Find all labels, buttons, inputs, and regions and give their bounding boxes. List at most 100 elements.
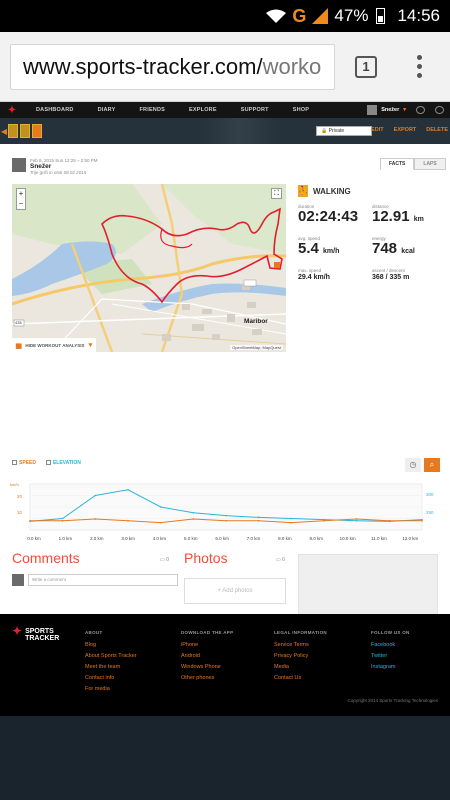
- footer-link-iphone[interactable]: iPhone: [181, 642, 233, 648]
- zoom-icon[interactable]: ⌕: [424, 458, 440, 472]
- workout-facts: ⛹ WALKING duration 02:24:43 distance 12.…: [298, 184, 440, 283]
- analysis-label: HIDE WORKOUT ANALYSIS: [25, 342, 85, 348]
- map-credit[interactable]: OpenStreetMap, MapQuest: [230, 345, 283, 350]
- footer-link-media[interactable]: For media: [85, 686, 137, 692]
- nav-friends[interactable]: FRIENDS: [127, 107, 177, 113]
- x-tick-label: 0.0 km: [27, 536, 41, 541]
- nav-support[interactable]: SUPPORT: [229, 107, 281, 113]
- nav-diary[interactable]: DIARY: [86, 107, 128, 113]
- tab-switcher-button[interactable]: 1: [355, 55, 377, 78]
- overflow-menu-icon[interactable]: [417, 55, 422, 78]
- y-left-tick: 10: [17, 510, 23, 515]
- footer-link-contact-us[interactable]: Contact Us: [274, 675, 327, 681]
- sports-tracker-logo-icon[interactable]: ✦: [0, 102, 24, 118]
- network-type: G: [292, 5, 307, 26]
- footer-link-facebook[interactable]: Facebook: [371, 642, 410, 648]
- elevation-point: [94, 494, 97, 497]
- footer-link-privacy[interactable]: Privacy Policy: [274, 653, 327, 659]
- duration-fact: duration 02:24:43: [298, 204, 372, 228]
- nav-dashboard[interactable]: DASHBOARD: [24, 107, 86, 113]
- footer-legal: LEGAL INFORMATION Service Terms Privacy …: [274, 630, 327, 686]
- x-tick-label: 2.0 km: [90, 536, 104, 541]
- privacy-select[interactable]: 🔒 Private: [316, 126, 372, 136]
- camera-icon: ▭: [276, 557, 281, 563]
- logo-line: TRACKER: [25, 635, 60, 642]
- footer-link-other-phones[interactable]: Other phones: [181, 675, 233, 681]
- tab-facts[interactable]: FACTS: [380, 158, 415, 170]
- chevron-down-icon: ▾: [403, 107, 406, 113]
- elevation-point: [290, 517, 293, 520]
- fullscreen-icon[interactable]: ⛶: [271, 188, 282, 199]
- footer-link-windows-phone[interactable]: Windows Phone: [181, 664, 233, 670]
- map-city-label: Maribor: [244, 318, 268, 325]
- footer-link-about[interactable]: About Sports Tracker: [85, 653, 137, 659]
- sports-tracker-logo-icon: ✦: [12, 624, 23, 638]
- route-map[interactable]: + − ⛶ 435 Maribor ▅ HIDE WORKOUT ANALYSI…: [12, 184, 286, 352]
- fact-value: 02:24:43: [298, 208, 359, 225]
- footer-heading: DOWNLOAD THE APP: [181, 630, 234, 635]
- photos-title: Photos: [184, 550, 228, 566]
- speed-point: [388, 520, 391, 522]
- add-photos-button[interactable]: + Add photos: [184, 578, 286, 604]
- x-tick-label: 1.0 km: [59, 536, 73, 541]
- elevation-point: [225, 514, 227, 517]
- comment-input[interactable]: Write a comment: [28, 574, 178, 586]
- speed-point: [257, 520, 260, 522]
- clock-icon[interactable]: ◷: [405, 458, 421, 472]
- url-bar[interactable]: www.sports-tracker.com/worko: [10, 43, 335, 90]
- fact-value: 29.4: [298, 274, 312, 281]
- elevation-point: [159, 506, 162, 508]
- elevation-point: [192, 511, 195, 514]
- footer-link-contact[interactable]: Contact info: [85, 675, 137, 681]
- site-footer: ✦ SPORTS TRACKER ABOUT Blog About Sports …: [0, 614, 450, 716]
- elevation-point: [61, 517, 64, 520]
- activity-chip[interactable]: [20, 124, 30, 138]
- x-tick-label: 5.0 km: [184, 536, 198, 541]
- footer-link-legal-media[interactable]: Media: [274, 664, 327, 670]
- friends-icon[interactable]: [416, 106, 425, 114]
- nav-explore[interactable]: EXPLORE: [177, 107, 229, 113]
- tab-laps[interactable]: LAPS: [414, 158, 446, 170]
- privacy-value: Private: [328, 128, 345, 134]
- workout-user[interactable]: Snežer: [30, 163, 98, 170]
- footer-link-team[interactable]: Meet the team: [85, 664, 137, 670]
- activity-chip-walking-icon[interactable]: [32, 124, 42, 138]
- nav-shop[interactable]: SHOP: [281, 107, 321, 113]
- footer-logo[interactable]: ✦ SPORTS TRACKER: [12, 624, 60, 642]
- footer-link-twitter[interactable]: Twitter: [371, 653, 410, 659]
- activity-chip[interactable]: [8, 124, 18, 138]
- footer-link-android[interactable]: Android: [181, 653, 233, 659]
- export-button[interactable]: EXPORT: [394, 127, 417, 133]
- ascent-fact: ascent / descent 368 / 335 m: [372, 268, 440, 283]
- footer-follow: FOLLOW US ON Facebook Twitter Instagram: [371, 630, 410, 675]
- clock: 14:56: [397, 6, 440, 25]
- hide-workout-analysis-button[interactable]: ▅ HIDE WORKOUT ANALYSIS ▾: [12, 338, 97, 352]
- footer-link-terms[interactable]: Service Terms: [274, 642, 327, 648]
- fact-unit: km/h: [323, 248, 340, 255]
- search-icon[interactable]: [435, 106, 444, 114]
- zoom-out-button[interactable]: −: [17, 199, 25, 209]
- max-speed-fact: max. speed 29.4 km/h: [298, 268, 372, 283]
- elevation-toggle[interactable]: ELEVATION: [45, 460, 81, 466]
- activity-type: ⛹ WALKING: [298, 184, 440, 198]
- footer-link-blog[interactable]: Blog: [85, 642, 137, 648]
- arrow-left-icon[interactable]: ◀: [0, 127, 8, 136]
- edit-button[interactable]: EDIT: [371, 127, 384, 133]
- workout-description: Trije griči in otok 08.02.2015: [30, 170, 87, 175]
- speed-elevation-chart[interactable]: 0.0 km 1.0 km 2.0 km 3.0 km 4.0 km 5.0 km 6.0 …: [8, 480, 444, 542]
- speed-toggle[interactable]: SPEED: [12, 460, 36, 466]
- speed-point: [323, 520, 325, 522]
- footer-link-instagram[interactable]: Instagram: [371, 664, 410, 670]
- user-menu[interactable]: Snežer ▾: [367, 105, 450, 115]
- walking-icon: ⛹: [298, 185, 308, 197]
- speed-point: [127, 520, 129, 522]
- footer-heading: ABOUT: [85, 630, 103, 635]
- avatar[interactable]: [12, 158, 26, 172]
- checkbox-icon: [45, 460, 51, 465]
- delete-button[interactable]: DELETE: [426, 127, 448, 133]
- speed-point: [94, 518, 97, 520]
- footer-heading: FOLLOW US ON: [371, 630, 410, 635]
- y-unit-label: km/h: [10, 482, 19, 487]
- zoom-in-button[interactable]: +: [17, 189, 25, 199]
- x-tick-label: 9.0 km: [309, 536, 323, 541]
